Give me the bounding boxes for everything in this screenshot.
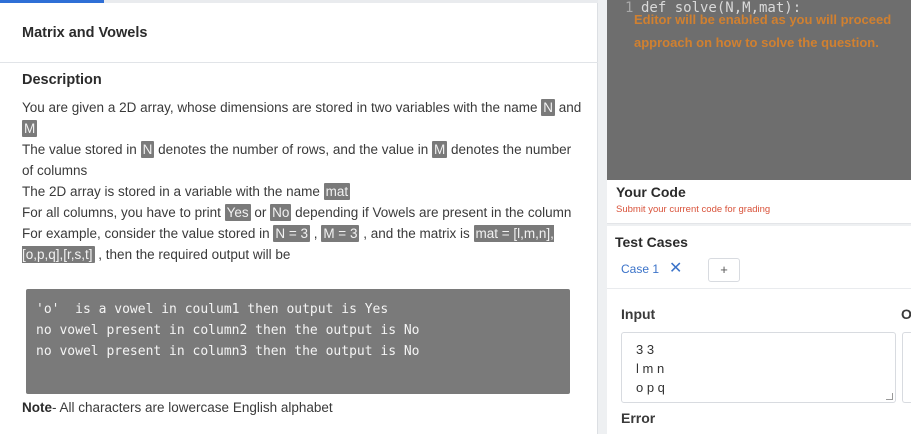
description-text: The 2D array is stored in a variable wit… <box>22 184 324 199</box>
divider <box>607 288 911 289</box>
code-editor: 1 def solve(N,M,mat): Editor will be ena… <box>607 0 911 180</box>
description-line-5: For example, consider the value stored i… <box>22 223 582 265</box>
description-text: You are given a 2D array, whose dimensio… <box>22 100 542 115</box>
description-line-3: The 2D array is stored in a variable wit… <box>22 181 582 202</box>
example-output-line: no vowel present in column2 then the out… <box>36 323 420 338</box>
note-label: Note <box>22 400 52 415</box>
variable-n: N <box>140 141 155 158</box>
editor-disabled-message: Editor will be enabled as you will proce… <box>634 12 892 50</box>
description-text: depending if Vowels are present in the c… <box>291 205 572 220</box>
your-code-heading: Your Code <box>616 184 686 200</box>
example-n: N = 3 <box>273 225 311 242</box>
variable-m: M <box>432 141 448 158</box>
test-output-field[interactable] <box>902 332 911 403</box>
case-tab-label: Case 1 <box>621 262 660 276</box>
your-code-subtext: Submit your current code for grading <box>616 204 771 215</box>
problem-title: Matrix and Vowels <box>22 25 148 41</box>
line-number: 1 <box>625 0 634 16</box>
variable-n: N <box>541 99 556 116</box>
keyword-yes: Yes <box>224 204 251 221</box>
description-text: , <box>310 226 322 241</box>
description-heading: Description <box>22 72 102 88</box>
description-text: denotes the number of rows, and the valu… <box>154 142 433 157</box>
example-output-line: no vowel present in column3 then the out… <box>36 344 420 359</box>
tab-case-1[interactable]: Case 1 ✕ <box>621 261 682 277</box>
test-input-value: 3 3 l m n o p q <box>636 342 665 395</box>
description-text: , then the required output will be <box>94 247 291 262</box>
problem-panel: Matrix and Vowels Description You are gi… <box>0 0 598 434</box>
variable-mat: mat <box>323 183 351 200</box>
note: Note- All characters are lowercase Engli… <box>22 400 333 415</box>
your-code-section: Your Code Submit your current code for g… <box>607 180 911 224</box>
description-text: , and the matrix is <box>359 226 474 241</box>
problem-title-bar: Matrix and Vowels <box>0 3 598 63</box>
description-line-2: The value stored in N denotes the number… <box>22 139 582 181</box>
example-output-block: 'o' is a vowel in coulum1 then output is… <box>26 289 570 394</box>
description-line-1: You are given a 2D array, whose dimensio… <box>22 97 582 139</box>
output-label: O <box>901 306 911 322</box>
description-text: For all columns, you have to print <box>22 205 225 220</box>
note-text: - All characters are lowercase English a… <box>52 400 333 415</box>
variable-m: M <box>22 120 38 137</box>
test-input-field[interactable]: 3 3 l m n o p q <box>621 332 896 403</box>
description-text: For example, consider the value stored i… <box>22 226 274 241</box>
problem-description: You are given a 2D array, whose dimensio… <box>22 97 582 265</box>
test-cases-heading: Test Cases <box>615 234 688 250</box>
close-icon[interactable]: ✕ <box>669 261 682 277</box>
input-label: Input <box>621 306 656 322</box>
description-text: The value stored in <box>22 142 141 157</box>
add-test-case-button[interactable]: + <box>708 258 740 282</box>
error-label: Error <box>621 410 656 426</box>
example-m: M = 3 <box>321 225 360 242</box>
keyword-no: No <box>270 204 292 221</box>
description-text: or <box>250 205 271 220</box>
description-line-4: For all columns, you have to print Yes o… <box>22 202 582 223</box>
example-output-line: 'o' is a vowel in coulum1 then output is… <box>36 302 389 317</box>
description-text: and <box>555 100 582 115</box>
test-cases-section: Test Cases Case 1 ✕ + Input O 3 3 l m n … <box>607 226 911 434</box>
resize-handle-icon[interactable] <box>886 393 893 400</box>
